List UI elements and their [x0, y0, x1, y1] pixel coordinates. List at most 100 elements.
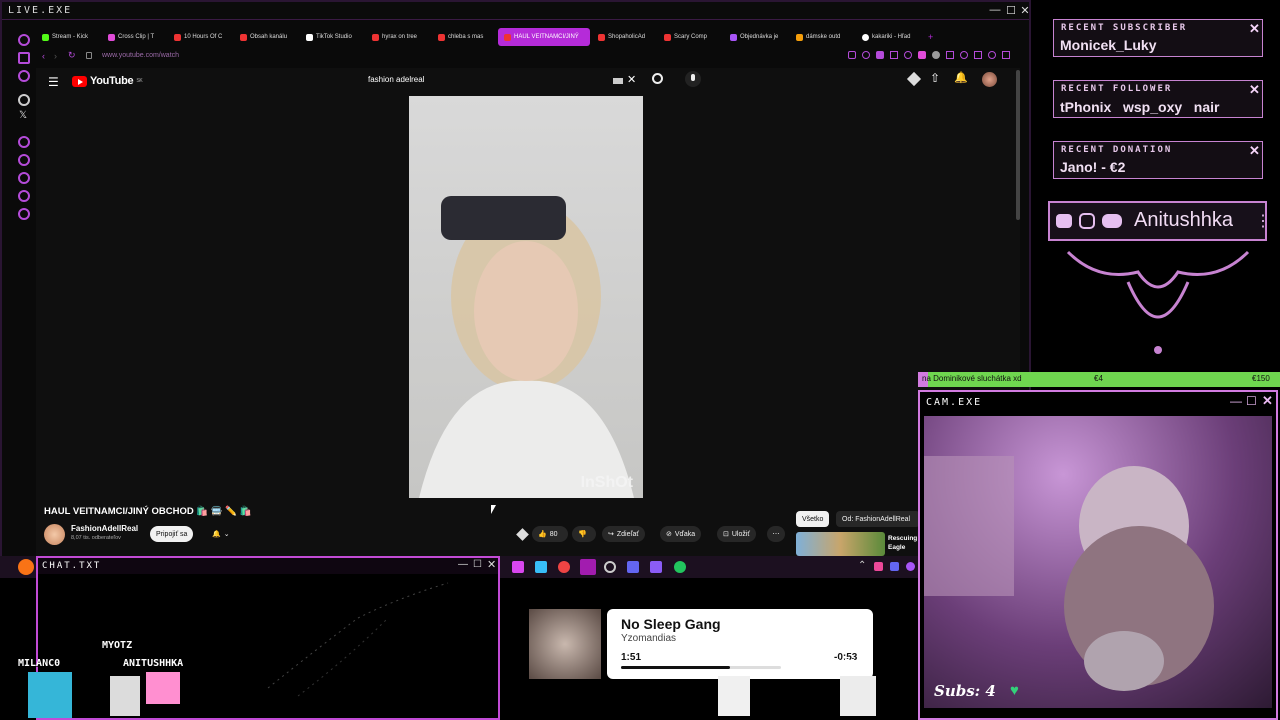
minimize-icon[interactable]: — — [988, 4, 1002, 16]
dislike-button[interactable]: 👎 — [572, 526, 596, 542]
tab[interactable]: dámske outd — [790, 28, 854, 46]
tray-icon[interactable] — [874, 562, 883, 571]
chip-from-channel[interactable]: Od: FashionAdellReal — [836, 511, 920, 527]
profile-icon[interactable] — [932, 51, 940, 59]
scrollbar[interactable] — [1016, 70, 1020, 220]
extension-icon[interactable] — [890, 51, 898, 59]
extension-icon[interactable] — [974, 51, 982, 59]
notifications-bell-icon[interactable]: 🔔 — [954, 71, 968, 84]
close-icon[interactable]: ✕ — [1018, 4, 1032, 17]
tab[interactable]: TikTok Studio — [300, 28, 364, 46]
reload-icon[interactable]: ↻ — [68, 50, 76, 61]
chatgpt-icon[interactable] — [18, 94, 30, 106]
recommended-title[interactable]: Rescuing Eagle — [888, 534, 917, 552]
recent-donation-panel: RECENT DONATION Jano! - €2 ✕ — [1053, 141, 1263, 179]
recommended-thumbnail[interactable] — [796, 532, 885, 556]
tray-icon[interactable] — [906, 562, 915, 571]
youtube-logo[interactable]: YouTube SK — [72, 75, 143, 87]
pixel-avatar — [718, 676, 750, 716]
tab[interactable]: ShopaholicAd — [592, 28, 656, 46]
video-player[interactable]: InShOt — [409, 96, 643, 498]
sidebar-icon-8[interactable] — [18, 208, 30, 220]
upload-icon[interactable]: ⇧ — [930, 71, 940, 85]
clear-search-icon[interactable]: ✕ — [627, 73, 636, 86]
tab[interactable]: kakariki - Hľad — [856, 28, 920, 46]
url-field[interactable]: www.youtube.com/watch — [102, 52, 179, 59]
tab[interactable]: Scary Comp — [658, 28, 722, 46]
youtube-page: ☰ YouTube SK ✕ ⇧ 🔔 InShOt — [36, 68, 1020, 556]
sidebar-icon-2[interactable] — [18, 52, 30, 64]
new-tab-button[interactable]: + — [922, 28, 936, 46]
voice-search-button[interactable] — [685, 71, 701, 87]
tray-icon[interactable] — [890, 562, 899, 571]
sidebar-icon-6[interactable] — [18, 172, 30, 184]
thumbs-up-icon: 👍 — [538, 531, 547, 538]
webcam-scene — [924, 456, 1214, 691]
tray-chevron-icon[interactable]: ⌃ — [858, 560, 866, 571]
socials-username: Anitushhka — [1134, 209, 1233, 231]
discord-icon[interactable] — [650, 561, 662, 573]
sidebar-icon-4[interactable] — [18, 136, 30, 148]
youtube-icon — [504, 33, 511, 41]
start-icon[interactable] — [18, 559, 34, 575]
forward-icon[interactable]: › — [54, 51, 57, 61]
share-button[interactable]: ↪ Zdieľať — [602, 526, 646, 542]
hamburger-icon[interactable]: ☰ — [48, 75, 59, 89]
shop-icon — [796, 33, 803, 41]
tab[interactable]: Objednávka je — [724, 28, 788, 46]
extension-icon[interactable] — [960, 51, 968, 59]
avatar-name: MYOTZ — [102, 640, 133, 651]
sidebar-icon-3[interactable] — [18, 70, 30, 82]
youtube-icon — [174, 33, 181, 41]
taskbar-app-active[interactable] — [580, 559, 596, 575]
pixel-avatar — [146, 672, 180, 704]
recent-donation-title: RECENT DONATION — [1061, 145, 1173, 155]
channel-avatar[interactable] — [44, 524, 65, 545]
extension-icon[interactable] — [918, 51, 926, 59]
ai-icon[interactable] — [988, 51, 996, 59]
maximize-icon[interactable]: ☐ — [1004, 4, 1018, 17]
shield-icon[interactable] — [876, 51, 884, 59]
subscribe-bell-button[interactable]: 🔔 ⌄ — [206, 526, 236, 542]
tab[interactable]: chleba s mas — [432, 28, 496, 46]
sidebar-icon-7[interactable] — [18, 190, 30, 202]
thanks-button[interactable]: ⊘ Vďaka — [660, 526, 702, 542]
keyboard-icon[interactable] — [613, 78, 623, 84]
save-button[interactable]: ⊡ Uložiť — [717, 526, 757, 542]
tab[interactable]: 10 Hours Of C — [168, 28, 232, 46]
taskbar-app-icon[interactable] — [512, 561, 524, 573]
search-icon[interactable] — [652, 73, 663, 84]
like-button[interactable]: 👍 80 — [532, 526, 568, 542]
spotify-icon[interactable] — [674, 561, 686, 573]
tab-active[interactable]: HAUL VEITNAMCI/JINÝ — [498, 28, 590, 46]
join-button[interactable]: Pripojiť sa — [150, 526, 194, 542]
sidebar-icon-1[interactable] — [18, 34, 30, 46]
taskbar-app-icon[interactable] — [558, 561, 570, 573]
extension-icon[interactable] — [904, 51, 912, 59]
more-actions-button[interactable]: ⋯ — [767, 526, 785, 542]
extension-icon[interactable] — [862, 51, 870, 59]
tab[interactable]: Cross Clip | T — [102, 28, 166, 46]
tab[interactable]: hyrax on tree — [366, 28, 430, 46]
taskbar-app-icon[interactable] — [627, 561, 639, 573]
extension-icon[interactable] — [946, 51, 954, 59]
back-icon[interactable]: ‹ — [42, 51, 45, 61]
create-icon[interactable] — [906, 71, 922, 87]
pixel-avatar — [28, 672, 72, 718]
account-avatar[interactable] — [982, 72, 997, 87]
x-twitter-icon[interactable]: 𝕏 — [19, 110, 27, 121]
taskbar-app-icon[interactable] — [604, 561, 616, 573]
channel-name[interactable]: FashionAdellReal — [71, 524, 138, 533]
chip-all[interactable]: Všetko — [796, 511, 830, 527]
tab[interactable]: Obsah kanálu — [234, 28, 298, 46]
album-art — [529, 609, 601, 679]
chat-titlebar — [38, 558, 498, 574]
sidebar-icon-5[interactable] — [18, 154, 30, 166]
bookmark-icon[interactable] — [848, 51, 856, 59]
menu-icon[interactable] — [1002, 51, 1010, 59]
search-input[interactable] — [368, 75, 568, 84]
region-code: SK — [136, 78, 143, 84]
tab[interactable]: Stream - Kick — [36, 28, 100, 46]
clip-icon[interactable] — [516, 528, 529, 541]
taskbar-app-icon[interactable] — [535, 561, 547, 573]
